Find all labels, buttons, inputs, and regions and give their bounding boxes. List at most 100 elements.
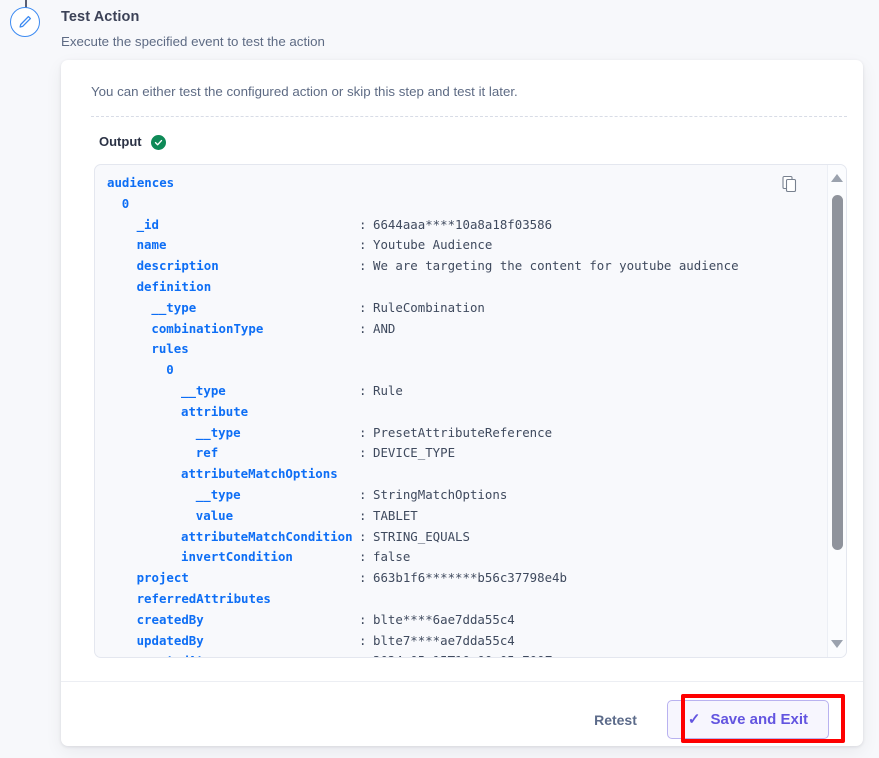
json-key: __type — [151, 299, 197, 315]
json-key: updatedBy — [136, 632, 204, 648]
json-row: invertCondition: false — [107, 547, 812, 568]
json-key: ref — [195, 445, 219, 461]
json-key: name — [136, 237, 167, 253]
json-row: description: We are targeting the content… — [107, 256, 812, 277]
json-value: RuleCombination — [373, 299, 485, 315]
json-row: attribute — [107, 402, 812, 423]
test-action-card: You can either test the configured actio… — [61, 60, 863, 746]
json-colon: : — [359, 651, 366, 657]
json-row: 0 — [107, 360, 812, 381]
json-key: description — [136, 258, 219, 274]
output-scrollbar[interactable] — [827, 165, 846, 657]
output-json-panel[interactable]: audiences 0 _id:6644aaa****10a8a18f03586 na… — [94, 164, 847, 658]
json-value: Rule — [373, 382, 403, 398]
json-value: We are targeting the content for youtube… — [373, 258, 739, 274]
json-colon: : — [359, 237, 367, 253]
json-row: combinationType: AND — [107, 319, 812, 340]
json-value: blte****6ae7dda55c4 — [373, 611, 515, 627]
copy-icon[interactable] — [780, 174, 800, 194]
json-key: rules — [151, 341, 189, 357]
json-key: 0 — [166, 362, 174, 378]
json-value: 6644aaa****10a8a18f03586 — [373, 216, 553, 232]
json-colon: : — [359, 216, 367, 232]
output-json-content: audiences 0 _id:6644aaa****10a8a18f03586 na… — [95, 165, 812, 657]
output-label: Output — [99, 134, 142, 149]
json-row: 0 — [107, 194, 812, 215]
scrollbar-thumb[interactable] — [832, 195, 843, 550]
json-key: combinationType — [151, 320, 264, 336]
json-value: STRING_EQUALS — [373, 528, 470, 544]
page-subtitle: Execute the specified event to test the … — [61, 34, 325, 49]
footer-actions: Retest ✓ Save and Exit — [590, 700, 829, 739]
json-colon: : — [359, 632, 367, 648]
card-divider — [91, 116, 847, 117]
json-key: referredAttributes — [136, 590, 271, 606]
step-rail — [8, 0, 44, 758]
copy-glyph-icon — [782, 175, 797, 193]
json-key: definition — [136, 278, 212, 294]
json-colon: : — [359, 382, 367, 398]
json-key: createdAt — [137, 651, 204, 657]
green-check-badge-icon — [150, 134, 166, 150]
json-row: updatedBy: blte7****ae7dda55c4 — [107, 631, 812, 652]
retest-button[interactable]: Retest — [590, 706, 641, 734]
json-value: Youtube Audience — [373, 237, 493, 253]
json-row: createdAt: 2024-05-15T10:00:05.700Z — [107, 651, 812, 657]
json-colon: : — [359, 424, 367, 440]
pencil-icon — [19, 15, 32, 28]
json-colon: : — [359, 528, 367, 544]
json-row: referredAttributes — [107, 589, 812, 610]
json-key: project — [136, 570, 189, 586]
json-colon: : — [359, 549, 367, 565]
page-header: Test Action Execute the specified event … — [61, 8, 851, 51]
json-key: createdBy — [136, 611, 204, 627]
json-colon: : — [359, 320, 367, 336]
json-key: _id — [136, 216, 159, 232]
json-key: attributeMatchOptions — [181, 466, 338, 482]
json-value: TABLET — [373, 507, 418, 523]
output-label-row: Output — [99, 134, 166, 150]
json-value: AND — [373, 320, 396, 336]
json-colon: : — [359, 299, 367, 315]
footer-separator — [61, 681, 863, 682]
json-key: audiences — [107, 175, 175, 190]
json-row: definition — [107, 277, 812, 298]
json-colon: : — [359, 258, 367, 274]
json-value: 2024-05-15T10:00:05.700Z — [373, 651, 552, 657]
check-mark-icon: ✓ — [687, 711, 701, 728]
json-key: __type — [181, 382, 226, 398]
json-key: attribute — [181, 403, 249, 419]
json-row: ref: DEVICE_TYPE — [107, 443, 812, 464]
page-title: Test Action — [61, 9, 140, 25]
json-value: StringMatchOptions — [373, 486, 508, 502]
scroll-up-arrow-icon[interactable] — [831, 174, 843, 182]
json-row: __type: StringMatchOptions — [107, 485, 812, 506]
json-key: attributeMatchCondition — [181, 528, 353, 544]
edit-pencil-circle-icon[interactable] — [10, 7, 40, 37]
json-row: rules — [107, 339, 812, 360]
json-colon: : — [359, 611, 367, 627]
json-row: project:663b1f6*******b56c37798e4b — [107, 568, 812, 589]
json-colon: : — [359, 445, 367, 461]
json-value: false — [373, 549, 411, 565]
json-key: 0 — [121, 195, 130, 211]
json-row: value: TABLET — [107, 506, 812, 527]
json-row: createdBy: blte****6ae7dda55c4 — [107, 610, 812, 631]
card-intro-text: You can either test the configured actio… — [91, 84, 518, 99]
json-key: invertCondition — [181, 549, 293, 565]
json-value: 663b1f6*******b56c37798e4b — [373, 570, 567, 586]
json-row: name: Youtube Audience — [107, 235, 812, 256]
json-row: attributeMatchCondition: STRING_EQUALS — [107, 527, 812, 548]
json-row: audiences — [107, 173, 812, 194]
json-value: DEVICE_TYPE — [373, 445, 456, 461]
json-row: _id:6644aaa****10a8a18f03586 — [107, 215, 812, 236]
json-key: value — [195, 507, 234, 523]
json-row: attributeMatchOptions — [107, 464, 812, 485]
json-key: __type — [195, 424, 241, 440]
save-and-exit-label: Save and Exit — [710, 711, 808, 728]
scroll-down-arrow-icon[interactable] — [831, 640, 843, 648]
json-row: __type: PresetAttributeReference — [107, 423, 812, 444]
check-icon — [154, 139, 162, 145]
json-key: __type — [195, 486, 241, 502]
save-and-exit-button[interactable]: ✓ Save and Exit — [666, 700, 829, 739]
